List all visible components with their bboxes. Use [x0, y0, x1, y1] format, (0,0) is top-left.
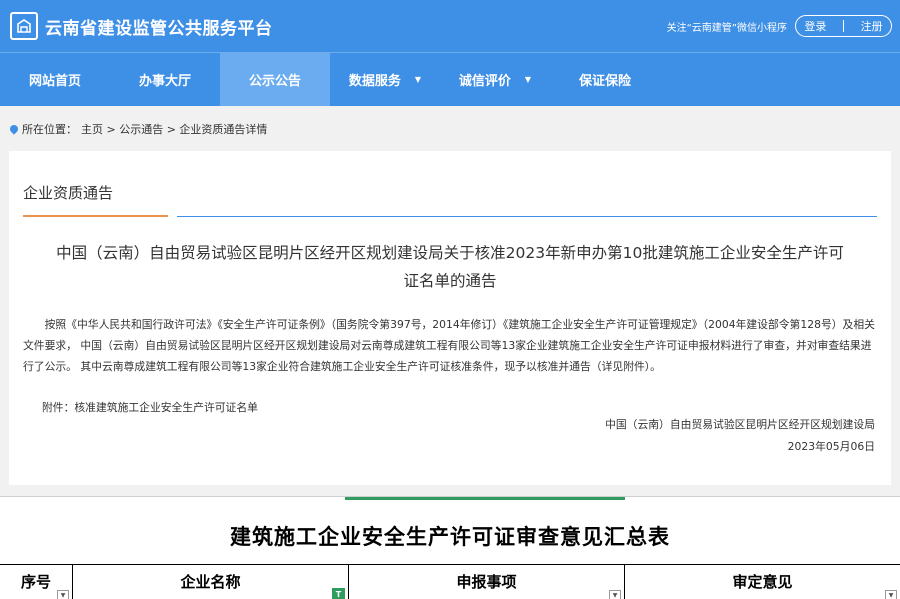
main-nav: 网站首页 办事大厅 公示公告 数据服务 ▼ 诚信评价 ▼ 保证保险: [0, 52, 900, 106]
column-header-company-label: 企业名称: [180, 573, 241, 591]
breadcrumb-path[interactable]: 主页 > 公示通告 > 企业资质通告详情: [81, 121, 267, 137]
filter-dropdown-icon[interactable]: ▼: [885, 590, 897, 599]
attachment-link[interactable]: 附件：核准建筑施工企业安全生产许可证名单: [42, 399, 258, 415]
breadcrumb-prefix: 所在位置：: [22, 123, 77, 136]
notice-title: 中国（云南）自由贸易试验区昆明片区经开区规划建设局关于核准2023年新申办第10…: [56, 244, 844, 290]
chevron-down-icon: ▼: [414, 75, 422, 84]
column-header-opinion[interactable]: 审定意见 ▼: [624, 565, 900, 599]
section-title-underline: [23, 215, 168, 217]
section-title: 企业资质通告: [23, 184, 114, 202]
auth-box: 登录 注册: [795, 15, 892, 37]
column-header-application-label: 申报事项: [456, 573, 517, 591]
column-header-opinion-label: 审定意见: [732, 573, 793, 591]
chevron-down-icon: ▼: [524, 75, 532, 84]
nav-credit-evaluation[interactable]: 诚信评价 ▼: [440, 53, 550, 106]
signature-date: 2023年05月06日: [787, 440, 875, 453]
wechat-miniprogram-link[interactable]: 关注“云南建管”微信小程序: [667, 19, 787, 34]
site-logo[interactable]: 云南省建设监管公共服务平台: [10, 12, 273, 40]
section-divider: [177, 216, 877, 217]
nav-home[interactable]: 网站首页: [0, 53, 110, 106]
nav-data-services[interactable]: 数据服务 ▼: [330, 53, 440, 106]
column-header-application[interactable]: 申报事项 ▼: [348, 565, 624, 599]
sheet-selection-accent: [345, 497, 625, 500]
column-header-company[interactable]: 企业名称 T: [72, 565, 348, 599]
sheet-header-row: 序号 ▼ 企业名称 T 申报事项 ▼ 审定意见 ▼: [0, 564, 900, 599]
nav-announcements[interactable]: 公示公告: [220, 53, 330, 106]
filter-dropdown-icon[interactable]: ▼: [609, 590, 621, 599]
column-header-index-label: 序号: [20, 573, 51, 591]
attachment-sheet-preview: 建筑施工企业安全生产许可证审查意见汇总表 序号 ▼ 企业名称 T 申报事项 ▼ …: [0, 496, 900, 599]
login-button[interactable]: 登录: [804, 18, 826, 34]
filter-active-icon[interactable]: T: [332, 588, 345, 599]
site-title: 云南省建设监管公共服务平台: [45, 18, 273, 39]
location-pin-icon: [8, 123, 20, 135]
register-button[interactable]: 注册: [861, 18, 883, 34]
notice-body: 按照《中华人民共和国行政许可法》《安全生产许可证条例》（国务院令第397号，20…: [23, 318, 875, 373]
nav-announcements-label: 公示公告: [248, 74, 301, 89]
sheet-title: 建筑施工企业安全生产许可证审查意见汇总表: [230, 524, 670, 549]
building-logo-icon: [10, 12, 38, 40]
auth-divider: [842, 20, 844, 32]
top-header: 云南省建设监管公共服务平台 关注“云南建管”微信小程序 登录 注册: [0, 0, 900, 52]
column-header-index[interactable]: 序号 ▼: [0, 565, 72, 599]
nav-service-hall[interactable]: 办事大厅: [110, 53, 220, 106]
nav-credit-evaluation-label: 诚信评价: [458, 74, 511, 89]
filter-dropdown-icon[interactable]: ▼: [57, 590, 69, 599]
nav-guarantee-insurance[interactable]: 保证保险: [550, 53, 660, 106]
signature-org: 中国（云南）自由贸易试验区昆明片区经开区规划建设局: [605, 418, 875, 431]
notice-card: 企业资质通告 中国（云南）自由贸易试验区昆明片区经开区规划建设局关于核准2023…: [9, 151, 891, 485]
nav-data-services-label: 数据服务: [348, 74, 401, 89]
nav-home-label: 网站首页: [28, 74, 81, 89]
nav-guarantee-insurance-label: 保证保险: [578, 74, 631, 89]
nav-service-hall-label: 办事大厅: [138, 74, 191, 89]
breadcrumb: 所在位置： 主页 > 公示通告 > 企业资质通告详情: [8, 121, 267, 137]
